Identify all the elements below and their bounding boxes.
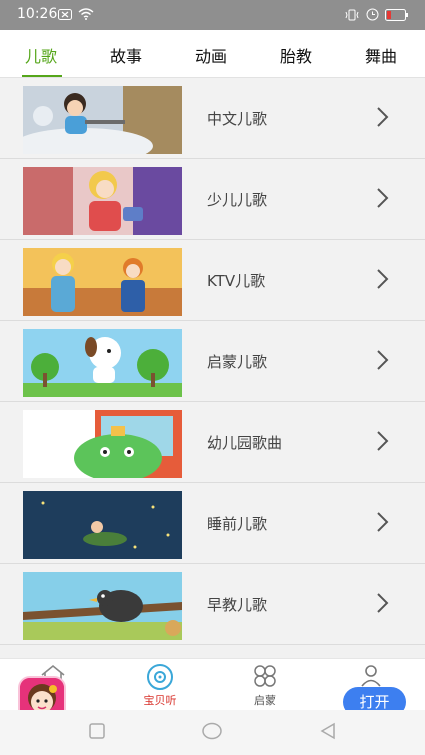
song-category-list[interactable]: 中文儿歌 少儿儿歌 KTV儿歌 启蒙儿歌 幼儿园歌曲 睡前儿歌 早教儿歌	[0, 78, 425, 658]
music-disc-icon	[147, 664, 173, 690]
list-item[interactable]: 中文儿歌	[0, 78, 425, 159]
wifi-icon	[78, 8, 94, 20]
list-item[interactable]: 睡前儿歌	[0, 483, 425, 564]
home-button-icon[interactable]	[201, 722, 223, 740]
status-left-icons	[58, 8, 94, 20]
nav-baobei-ting[interactable]: 宝贝听	[120, 659, 200, 711]
list-item-label: 中文儿歌	[207, 110, 268, 128]
tab-wuqu[interactable]: 舞曲	[365, 43, 397, 67]
chevron-right-icon[interactable]	[375, 349, 389, 371]
chevron-right-icon[interactable]	[375, 430, 389, 452]
thumbnail-image	[23, 86, 182, 154]
list-item[interactable]: 幼儿园歌曲	[0, 402, 425, 483]
thumbnail-image	[23, 248, 182, 316]
chevron-right-icon[interactable]	[375, 592, 389, 614]
status-bar: 10:26	[0, 0, 425, 30]
thumbnail-image	[23, 491, 182, 559]
nav-label: 宝贝听	[143, 694, 177, 707]
nav-label: 启蒙	[254, 694, 276, 707]
list-item[interactable]: 少儿儿歌	[0, 159, 425, 240]
alarm-icon	[366, 8, 379, 21]
battery-icon	[385, 8, 408, 21]
flower-icon	[254, 665, 276, 687]
recent-apps-icon[interactable]	[88, 722, 106, 740]
tab-ergе[interactable]: 儿歌	[25, 43, 57, 67]
sim-card-icon	[58, 8, 72, 20]
status-time: 10:26	[17, 6, 58, 22]
status-right-icons	[344, 8, 409, 21]
list-item-label: 睡前儿歌	[207, 515, 268, 533]
list-item[interactable]: 启蒙儿歌	[0, 321, 425, 402]
list-item[interactable]: KTV儿歌	[0, 240, 425, 321]
tab-donghua[interactable]: 动画	[195, 43, 227, 67]
list-item-label: KTV儿歌	[207, 272, 266, 290]
vibrate-icon	[345, 9, 359, 20]
thumbnail-image	[23, 167, 182, 235]
thumbnail-image	[23, 410, 182, 478]
category-tab-bar: 儿歌 故事 动画 胎教 舞曲	[0, 30, 425, 78]
chevron-right-icon[interactable]	[375, 106, 389, 128]
chevron-right-icon[interactable]	[375, 511, 389, 533]
back-icon[interactable]	[319, 722, 337, 740]
list-item[interactable]: 早教儿歌	[0, 564, 425, 645]
user-icon	[361, 665, 381, 687]
active-tab-indicator	[22, 75, 62, 77]
list-item-label: 启蒙儿歌	[207, 353, 268, 371]
thumbnail-image	[23, 329, 182, 397]
list-item-label: 幼儿园歌曲	[207, 434, 283, 452]
system-navigation-bar	[0, 710, 425, 755]
tab-gushi[interactable]: 故事	[110, 43, 142, 67]
chevron-right-icon[interactable]	[375, 268, 389, 290]
nav-qimeng[interactable]: 启蒙	[225, 659, 305, 711]
chevron-right-icon[interactable]	[375, 187, 389, 209]
list-item-label: 早教儿歌	[207, 596, 268, 614]
list-item-label: 少儿儿歌	[207, 191, 268, 209]
tab-taijiao[interactable]: 胎教	[280, 43, 312, 67]
thumbnail-image	[23, 572, 182, 640]
